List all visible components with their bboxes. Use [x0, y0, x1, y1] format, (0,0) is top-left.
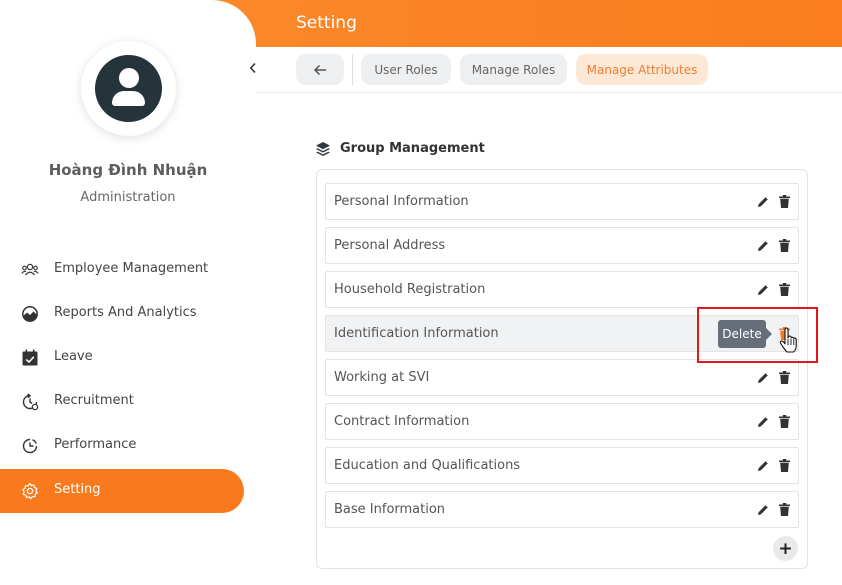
row-label: Contract Information: [334, 414, 470, 429]
sidebar: Hoàng Đình Nhuận Administration Employee…: [0, 0, 256, 585]
sidebar-item-setting[interactable]: Setting: [0, 469, 244, 513]
pencil-icon[interactable]: [757, 196, 769, 208]
add-button[interactable]: +: [773, 536, 798, 561]
section-title: Group Management: [340, 141, 485, 156]
row-label: Personal Information: [334, 194, 469, 209]
divider: [256, 92, 842, 93]
pencil-icon[interactable]: [757, 504, 769, 516]
users-icon: [21, 263, 39, 276]
user-role: Administration: [80, 190, 176, 205]
highlight-box: [697, 307, 818, 363]
tab-manage-roles[interactable]: Manage Roles: [460, 54, 567, 85]
performance-icon: [22, 438, 38, 454]
pencil-icon[interactable]: [757, 416, 769, 428]
list-item[interactable]: Personal Information: [325, 183, 799, 220]
chart-icon: [22, 306, 38, 322]
list-item[interactable]: Contract Information: [325, 403, 799, 440]
page-title: Setting: [296, 13, 357, 33]
sidebar-item-label: Reports And Analytics: [54, 305, 197, 320]
back-button[interactable]: [296, 54, 344, 85]
trash-icon[interactable]: [779, 195, 790, 208]
trash-icon[interactable]: [779, 371, 790, 384]
pencil-icon[interactable]: [757, 240, 769, 252]
avatar[interactable]: [81, 41, 176, 136]
pencil-icon[interactable]: [757, 372, 769, 384]
list-item[interactable]: Working at SVI: [325, 359, 799, 396]
row-label: Household Registration: [334, 282, 486, 297]
sidebar-item-employee-management[interactable]: Employee Management: [0, 248, 244, 292]
list-item[interactable]: Education and Qualifications: [325, 447, 799, 484]
hand-cursor-icon: [779, 327, 797, 353]
layers-icon: [316, 142, 330, 156]
row-label: Identification Information: [334, 326, 499, 341]
sidebar-item-label: Performance: [54, 437, 137, 452]
row-label: Base Information: [334, 502, 446, 517]
sidebar-item-leave[interactable]: Leave: [0, 336, 244, 380]
trash-icon[interactable]: [779, 239, 790, 252]
gear-icon: [22, 482, 38, 500]
recruitment-icon: [22, 393, 39, 411]
sidebar-item-recruitment[interactable]: Recruitment: [0, 380, 244, 424]
list-item[interactable]: Base Information: [325, 491, 799, 528]
sidebar-item-label: Setting: [54, 482, 101, 497]
list-item[interactable]: Personal Address: [325, 227, 799, 264]
chevron-left-icon[interactable]: [248, 62, 258, 74]
sidebar-item-performance[interactable]: Performance: [0, 424, 244, 468]
calendar-check-icon: [22, 349, 38, 366]
row-label: Working at SVI: [334, 370, 430, 385]
tab-user-roles[interactable]: User Roles: [361, 54, 451, 85]
user-name: Hoàng Đình Nhuận: [48, 161, 208, 179]
sidebar-item-label: Recruitment: [54, 393, 134, 408]
pencil-icon[interactable]: [757, 460, 769, 472]
pencil-icon[interactable]: [757, 284, 769, 296]
tab-divider: [352, 54, 353, 85]
sidebar-item-reports-and-analytics[interactable]: Reports And Analytics: [0, 292, 244, 336]
arrow-left-icon: [313, 64, 326, 75]
trash-icon[interactable]: [779, 283, 790, 296]
sidebar-item-label: Employee Management: [54, 261, 209, 276]
row-label: Personal Address: [334, 238, 446, 253]
tab-manage-attributes[interactable]: Manage Attributes: [576, 54, 708, 85]
list-item[interactable]: Household Registration: [325, 271, 799, 308]
sidebar-item-label: Leave: [54, 349, 93, 364]
trash-icon[interactable]: [779, 459, 790, 472]
user-icon: [95, 55, 162, 122]
trash-icon[interactable]: [779, 415, 790, 428]
trash-icon[interactable]: [779, 503, 790, 516]
row-label: Education and Qualifications: [334, 458, 521, 473]
